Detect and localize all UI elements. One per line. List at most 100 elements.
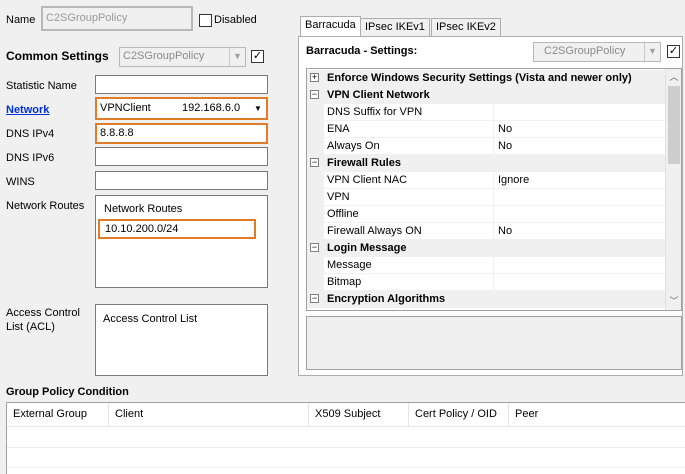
column-header[interactable]: Peer xyxy=(509,403,685,427)
settings-title: Barracuda - Settings: xyxy=(306,45,418,57)
collapse-icon[interactable]: − xyxy=(310,90,319,99)
wins-input[interactable] xyxy=(95,171,268,190)
property-name: VPN xyxy=(324,189,494,206)
chevron-down-icon[interactable]: ﹀ xyxy=(666,293,681,310)
property-row[interactable]: Always On No xyxy=(307,138,667,155)
property-value[interactable] xyxy=(494,189,667,206)
property-category-name: Encryption Algorithms xyxy=(327,293,446,305)
property-category-name: Firewall Rules xyxy=(327,157,401,169)
table-row-divider xyxy=(7,447,685,448)
property-name: Bitmap xyxy=(324,274,494,291)
column-header[interactable]: X509 Subject xyxy=(309,403,409,427)
check-icon: ✓ xyxy=(668,45,679,57)
settings-combo[interactable]: C2SGroupPolicy ▼ xyxy=(533,42,661,62)
property-gutter xyxy=(307,138,324,155)
property-row[interactable]: VPN xyxy=(307,189,667,206)
network-routes-label: Network Routes xyxy=(6,200,85,212)
property-row[interactable]: VPN Client NAC Ignore xyxy=(307,172,667,189)
check-icon: ✓ xyxy=(252,50,263,62)
network-select-ip: 192.168.6.0 xyxy=(182,102,241,114)
property-name: VPN Client NAC xyxy=(324,172,494,189)
property-value[interactable] xyxy=(494,274,667,291)
collapse-icon[interactable]: − xyxy=(310,243,319,252)
tab-ipsec-ikev1[interactable]: IPsec IKEv1 xyxy=(360,18,430,36)
acl-label-line2: List (ACL) xyxy=(6,321,55,333)
common-settings-checkbox[interactable]: ✓ xyxy=(251,50,264,63)
chevron-down-icon: ▼ xyxy=(229,48,245,66)
property-row[interactable]: Bitmap xyxy=(307,274,667,291)
column-header[interactable]: External Group xyxy=(7,403,109,427)
property-name: Always On xyxy=(324,138,494,155)
property-name: ENA xyxy=(324,121,494,138)
acl-label-line1: Access Control xyxy=(6,307,80,319)
property-gutter xyxy=(307,172,324,189)
property-category[interactable]: − Firewall Rules xyxy=(307,155,667,172)
network-link[interactable]: Network xyxy=(6,103,49,117)
property-value[interactable]: Ignore xyxy=(494,172,667,189)
disabled-checkbox[interactable] xyxy=(199,14,212,27)
property-category[interactable]: − VPN Client Network xyxy=(307,87,667,104)
collapse-icon[interactable]: − xyxy=(310,158,319,167)
property-category[interactable]: + Enforce Windows Security Settings (Vist… xyxy=(307,70,667,87)
settings-combo-value: C2SGroupPolicy xyxy=(544,45,626,57)
network-routes-list[interactable]: Network Routes xyxy=(95,195,268,288)
common-settings-combo-value: C2SGroupPolicy xyxy=(123,50,205,62)
property-name: Offline xyxy=(324,206,494,223)
property-gutter xyxy=(307,189,324,206)
collapse-icon[interactable]: − xyxy=(310,294,319,303)
property-category-name: VPN Client Network xyxy=(327,89,430,101)
network-route-item[interactable]: 10.10.200.0/24 xyxy=(98,219,256,239)
property-name: DNS Suffix for VPN xyxy=(324,104,494,121)
property-gutter xyxy=(307,104,324,121)
common-settings-combo[interactable]: C2SGroupPolicy ▼ xyxy=(119,47,246,67)
property-row[interactable]: ENA No xyxy=(307,121,667,138)
name-input[interactable]: C2SGroupPolicy xyxy=(41,6,193,31)
property-value[interactable] xyxy=(494,104,667,121)
name-label: Name xyxy=(6,14,36,26)
settings-checkbox[interactable]: ✓ xyxy=(667,45,680,58)
property-value[interactable]: No xyxy=(494,121,667,138)
tab-barracuda[interactable]: Barracuda xyxy=(300,16,361,36)
network-routes-header: Network Routes xyxy=(104,203,183,215)
table-row-divider xyxy=(7,467,685,468)
column-header[interactable]: Cert Policy / OID xyxy=(409,403,509,427)
scrollbar-thumb[interactable] xyxy=(668,86,680,164)
chevron-down-icon: ▼ xyxy=(254,104,262,113)
statistic-name-input[interactable] xyxy=(95,75,268,94)
property-description-box xyxy=(306,316,682,370)
property-value[interactable] xyxy=(494,206,667,223)
dns-ipv6-label: DNS IPv6 xyxy=(6,152,55,164)
property-row[interactable]: DNS Suffix for VPN xyxy=(307,104,667,121)
property-grid[interactable]: − Encryption Algorithms Bitmap Message − Logi… xyxy=(306,68,682,311)
chevron-up-icon[interactable]: ︿ xyxy=(666,69,681,86)
acl-header: Access Control List xyxy=(103,313,198,325)
property-row[interactable]: Offline xyxy=(307,206,667,223)
property-category[interactable]: − Encryption Algorithms xyxy=(307,291,667,308)
property-row[interactable]: Message xyxy=(307,257,667,274)
property-row[interactable]: Firewall Always ON No xyxy=(307,223,667,240)
tab-ipsec-ikev2[interactable]: IPsec IKEv2 xyxy=(431,18,501,36)
acl-list[interactable]: Access Control List xyxy=(95,304,268,376)
expand-icon[interactable]: + xyxy=(310,73,319,82)
column-header[interactable]: Client xyxy=(109,403,309,427)
network-select[interactable]: VPNClient 192.168.6.0 ▼ xyxy=(95,97,268,120)
dns-ipv4-input[interactable]: 8.8.8.8 xyxy=(95,123,268,144)
chevron-down-icon: ▼ xyxy=(644,43,660,61)
common-settings-title: Common Settings xyxy=(6,49,109,63)
network-select-value: VPNClient xyxy=(100,102,151,114)
dns-ipv4-label: DNS IPv4 xyxy=(6,128,55,140)
property-gutter xyxy=(307,206,324,223)
group-policy-title: Group Policy Condition xyxy=(6,386,129,398)
property-value[interactable] xyxy=(494,257,667,274)
wins-label: WINS xyxy=(6,176,35,188)
dns-ipv6-input[interactable] xyxy=(95,147,268,166)
property-grid-scrollbar[interactable]: ︿ ﹀ xyxy=(665,69,681,310)
group-policy-table[interactable]: External Group Client X509 Subject Cert Pol… xyxy=(6,402,685,474)
property-gutter xyxy=(307,274,324,291)
property-value[interactable]: No xyxy=(494,138,667,155)
property-value[interactable]: No xyxy=(494,223,667,240)
property-gutter xyxy=(307,257,324,274)
statistic-name-label: Statistic Name xyxy=(6,80,77,92)
property-name: Firewall Always ON xyxy=(324,223,494,240)
property-category[interactable]: − Login Message xyxy=(307,240,667,257)
